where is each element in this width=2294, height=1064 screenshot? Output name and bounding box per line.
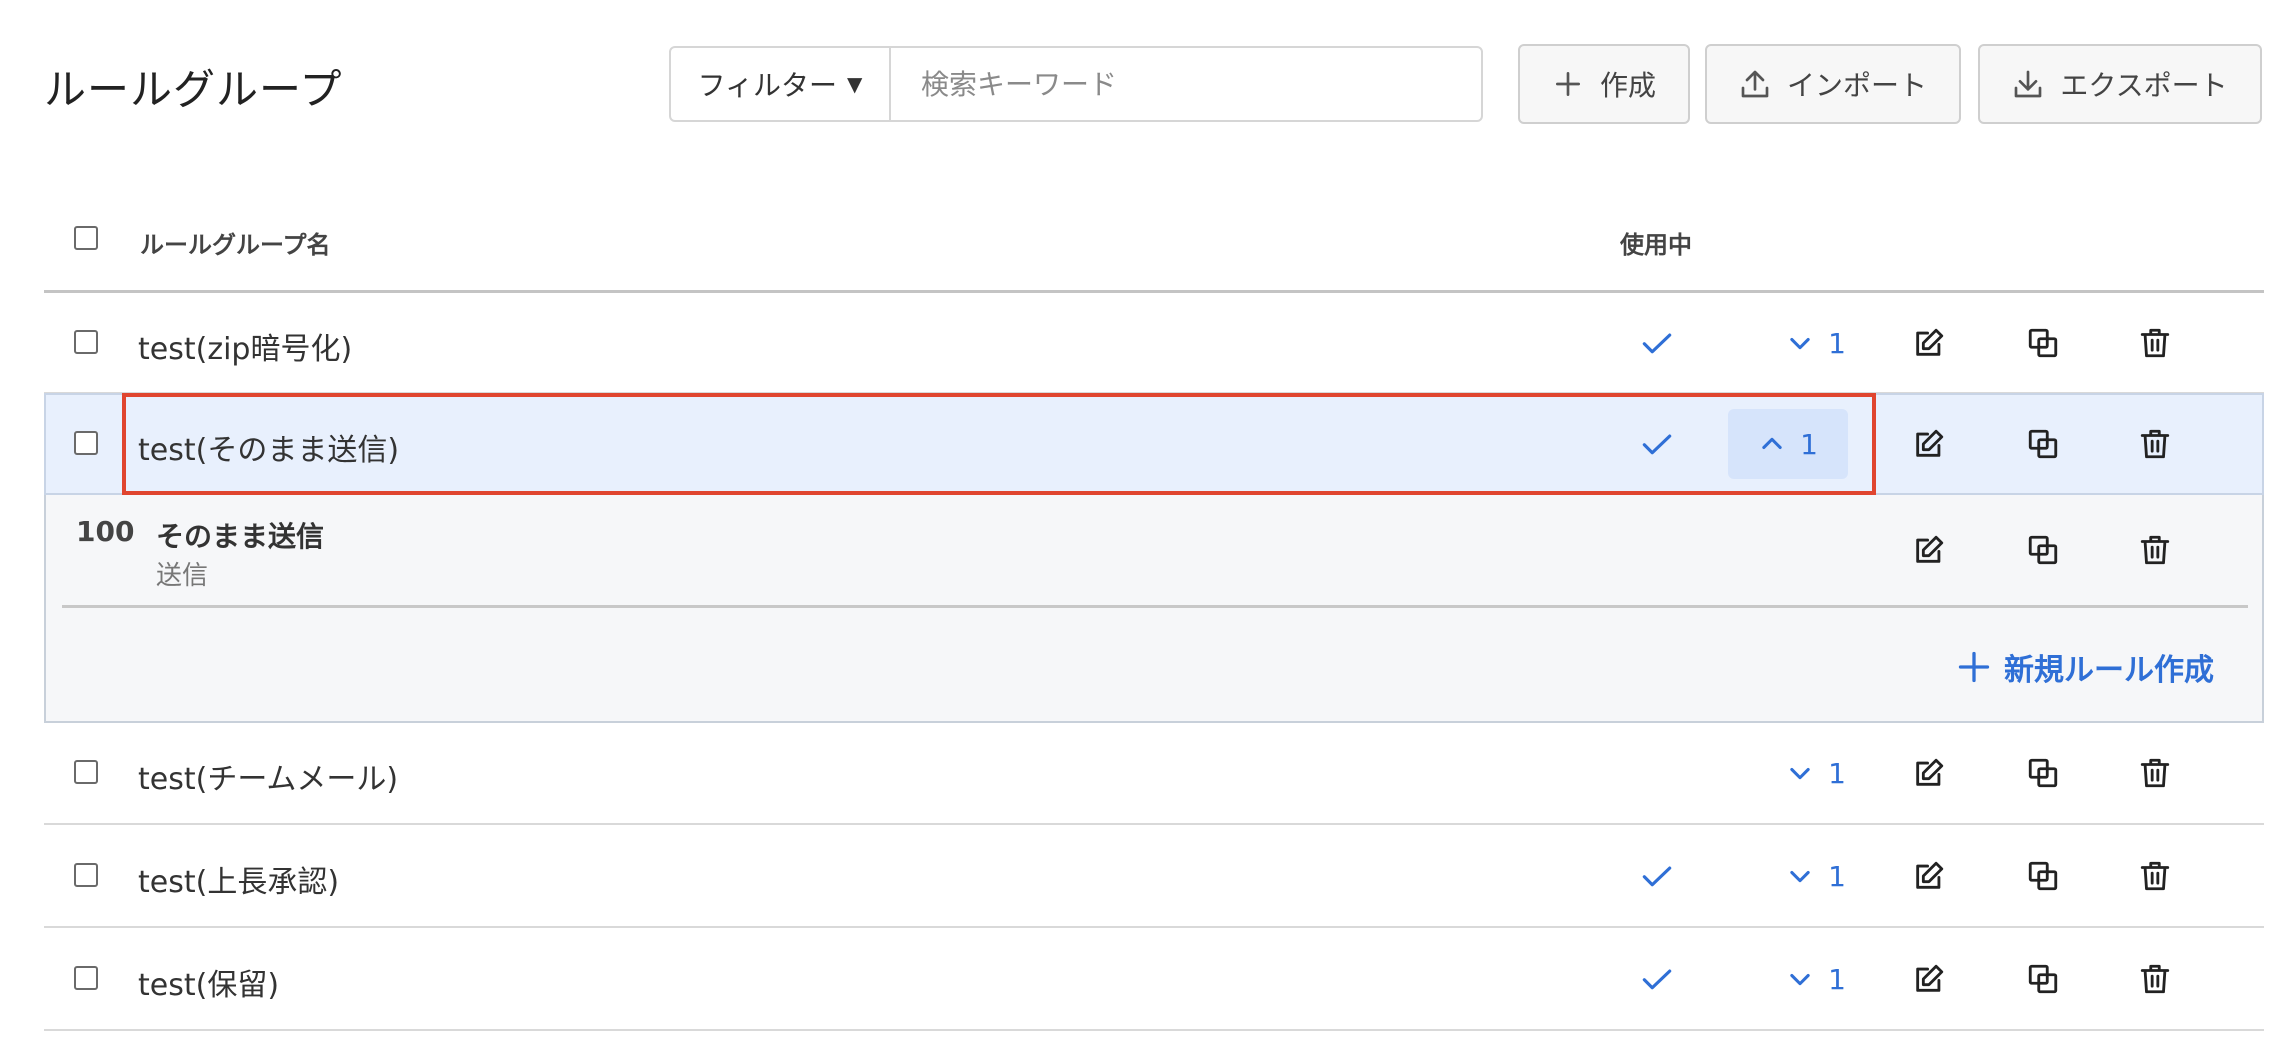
divider [62, 605, 2248, 608]
rule-count: 1 [1828, 326, 1846, 360]
duplicate-icon[interactable] [2026, 756, 2060, 790]
row-checkbox[interactable] [74, 760, 98, 784]
caret-down-icon: ▼ [847, 72, 863, 96]
trash-icon[interactable] [2138, 427, 2172, 461]
check-icon [1642, 434, 1672, 455]
trash-icon[interactable] [2138, 962, 2172, 996]
table-row-selected[interactable]: test(そのまま送信) 1 [44, 393, 2264, 495]
row-checkbox[interactable] [74, 863, 98, 887]
rule-group-name: test(そのまま送信) [138, 433, 400, 468]
edit-icon[interactable] [1912, 962, 1946, 996]
table-row[interactable]: test(zip暗号化) 1 [44, 292, 2264, 394]
column-header-name: ルールグループ名 [140, 231, 331, 259]
chevron-down-icon [1790, 870, 1810, 883]
table-row[interactable]: test(保留) 1 [44, 928, 2264, 1031]
new-rule-label: 新規ルール作成 [2004, 653, 2214, 688]
check-icon [1642, 333, 1672, 354]
rule-count: 1 [1828, 756, 1846, 790]
export-button-label: エクスポート [2060, 69, 2228, 102]
rule-group-name: test(zip暗号化) [138, 332, 353, 367]
edit-icon[interactable] [1912, 859, 1946, 893]
rule-count-toggle[interactable]: 1 [1756, 738, 1876, 808]
new-rule-button[interactable]: 新規ルール作成 [1956, 643, 2214, 691]
search-bar: フィルター ▼ [669, 46, 1483, 122]
edit-icon[interactable] [1912, 756, 1946, 790]
rule-count-toggle[interactable]: 1 [1756, 944, 1876, 1014]
rule-group-name: test(上長承認) [138, 865, 340, 900]
table-row[interactable]: test(チームメール) 1 [44, 722, 2264, 825]
edit-icon[interactable] [1912, 427, 1946, 461]
page-title: ルールグループ [44, 65, 343, 114]
trash-icon[interactable] [2138, 859, 2172, 893]
rule-count: 1 [1828, 962, 1846, 996]
export-button[interactable]: エクスポート [1978, 44, 2262, 124]
download-icon [2015, 70, 2042, 98]
plus-icon [1555, 72, 1580, 96]
plus-icon [1958, 651, 1990, 683]
filter-dropdown[interactable]: フィルター ▼ [671, 48, 891, 120]
duplicate-icon[interactable] [2026, 859, 2060, 893]
search-input[interactable] [891, 48, 1481, 120]
duplicate-icon[interactable] [2026, 962, 2060, 996]
duplicate-icon[interactable] [2026, 326, 2060, 360]
filter-label: フィルター [697, 69, 838, 102]
trash-icon[interactable] [2138, 756, 2172, 790]
upload-icon [1741, 70, 1769, 98]
import-button-label: インポート [1786, 69, 1927, 102]
create-button-label: 作成 [1599, 69, 1656, 102]
check-icon [1642, 866, 1672, 887]
duplicate-icon[interactable] [2026, 427, 2060, 461]
trash-icon[interactable] [2138, 533, 2172, 567]
row-checkbox[interactable] [74, 431, 98, 455]
create-button[interactable]: 作成 [1518, 44, 1690, 124]
trash-icon[interactable] [2138, 326, 2172, 360]
rule-order: 100 [76, 515, 135, 548]
rule-detail-panel: 100 そのまま送信 送信 新規ルール作成 [44, 495, 2264, 723]
row-checkbox[interactable] [74, 330, 98, 354]
rule-count-toggle[interactable]: 1 [1756, 841, 1876, 911]
row-checkbox[interactable] [74, 966, 98, 990]
table-row[interactable]: test(上長承認) 1 [44, 825, 2264, 928]
chevron-down-icon [1790, 973, 1810, 986]
edit-icon[interactable] [1912, 533, 1946, 567]
rule-count-toggle[interactable]: 1 [1728, 409, 1848, 479]
rule-count: 1 [1828, 859, 1846, 893]
rule-group-name: test(チームメール) [138, 762, 399, 797]
duplicate-icon[interactable] [2026, 533, 2060, 567]
chevron-up-icon [1762, 437, 1782, 450]
chevron-down-icon [1790, 767, 1810, 780]
rule-action: 送信 [156, 561, 209, 591]
import-button[interactable]: インポート [1705, 44, 1961, 124]
select-all-checkbox[interactable] [74, 226, 98, 250]
rule-name: そのまま送信 [156, 520, 325, 553]
rule-group-name: test(保留) [138, 968, 280, 1003]
edit-icon[interactable] [1912, 326, 1946, 360]
rule-group-page: ルールグループ フィルター ▼ 作成 インポート エクスポート ルールグループ名… [0, 0, 2294, 1064]
rule-count: 1 [1800, 427, 1818, 461]
chevron-down-icon [1790, 337, 1810, 350]
column-header-in-use: 使用中 [1620, 231, 1692, 259]
rule-count-toggle[interactable]: 1 [1756, 308, 1876, 378]
check-icon [1642, 969, 1672, 990]
table-header: ルールグループ名 使用中 [44, 200, 2264, 293]
